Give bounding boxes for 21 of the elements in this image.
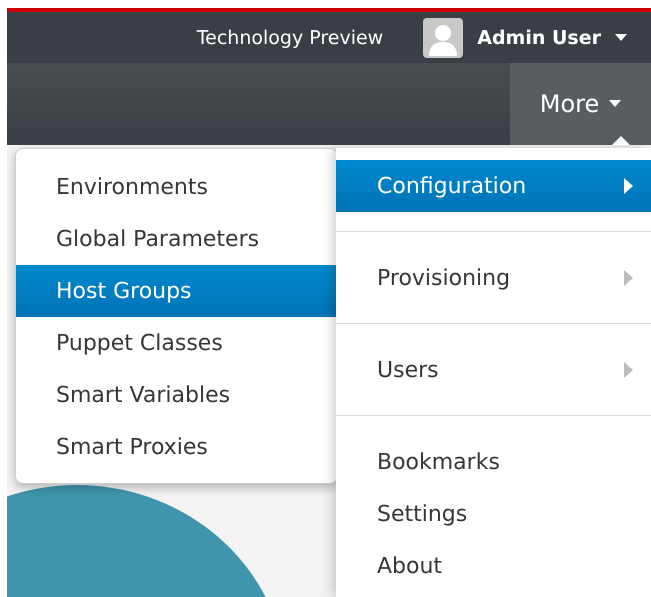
submenu-item[interactable]: Host Groups xyxy=(16,265,337,317)
menu-item[interactable]: Configuration xyxy=(336,160,651,212)
more-menu-button[interactable]: More xyxy=(510,63,651,145)
submenu-item[interactable]: Puppet Classes xyxy=(16,317,337,369)
chevron-icon xyxy=(624,178,633,194)
technology-preview-label: Technology Preview xyxy=(196,26,384,48)
submenu-item[interactable]: Smart Proxies xyxy=(16,421,337,473)
submenu-item[interactable]: Smart Variables xyxy=(16,369,337,421)
menu-item[interactable]: Users xyxy=(336,344,651,396)
user-menu[interactable]: Admin User xyxy=(477,26,601,48)
caret-icon xyxy=(615,34,627,42)
menu-item[interactable]: Bookmarks xyxy=(336,436,651,488)
chevron-icon xyxy=(624,270,633,286)
submenu-item[interactable]: Global Parameters xyxy=(16,213,337,265)
caret-icon xyxy=(609,100,622,108)
menu-item[interactable]: About xyxy=(336,540,651,592)
chevron-icon xyxy=(624,362,633,378)
menu-item[interactable]: Settings xyxy=(336,488,651,540)
menu-item[interactable]: Provisioning xyxy=(336,252,651,304)
avatar-icon xyxy=(423,18,464,58)
submenu-item[interactable]: Environments xyxy=(16,161,337,213)
